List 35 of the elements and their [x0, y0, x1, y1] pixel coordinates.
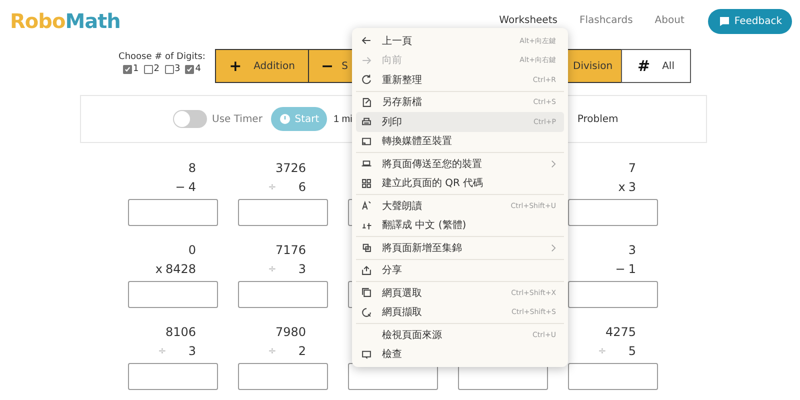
checkbox-label: 3	[174, 64, 180, 74]
operator-sign: ÷	[268, 263, 276, 277]
problem-number: 8428	[165, 261, 196, 278]
problem-number: 4275	[605, 324, 636, 341]
problem-number: 4	[188, 179, 196, 196]
problem-number: 5	[628, 343, 636, 360]
operator-sign: ÷	[268, 345, 276, 359]
timer-label: Use Timer	[212, 114, 262, 124]
digits-label: Choose # of Digits:	[118, 52, 206, 62]
operator-sign: −	[615, 261, 626, 278]
operator-sign: ÷	[268, 181, 276, 195]
problem-number: 8106	[165, 324, 196, 341]
problem-number: 3	[628, 242, 636, 259]
operator-sign: x	[155, 261, 162, 278]
duration-label: 1 mi	[333, 114, 352, 124]
problem-number: 1	[628, 261, 636, 278]
problem-number: 8	[188, 160, 196, 177]
problem-number: 3	[628, 179, 636, 196]
checkbox-label: 1	[133, 64, 139, 74]
problem-number: 3	[298, 261, 306, 278]
operator-sign: ÷	[598, 345, 606, 359]
problem-number: 7176	[275, 242, 306, 259]
problem-number: 3726	[275, 160, 306, 177]
problem-number: 0	[188, 242, 196, 259]
problem-number: 2	[298, 343, 306, 360]
problem-number: 7	[628, 160, 636, 177]
operator-sign: ÷	[158, 345, 166, 359]
problem-number: 6	[298, 179, 306, 196]
problem-number: 3	[188, 343, 196, 360]
problem-number: 7980	[275, 324, 306, 341]
operator-sign: −	[175, 179, 186, 196]
operator-sign: x	[618, 179, 626, 196]
checkbox-label: 4	[195, 64, 201, 74]
problem-label: Problem	[577, 114, 618, 124]
checkbox-label: 2	[154, 64, 160, 74]
